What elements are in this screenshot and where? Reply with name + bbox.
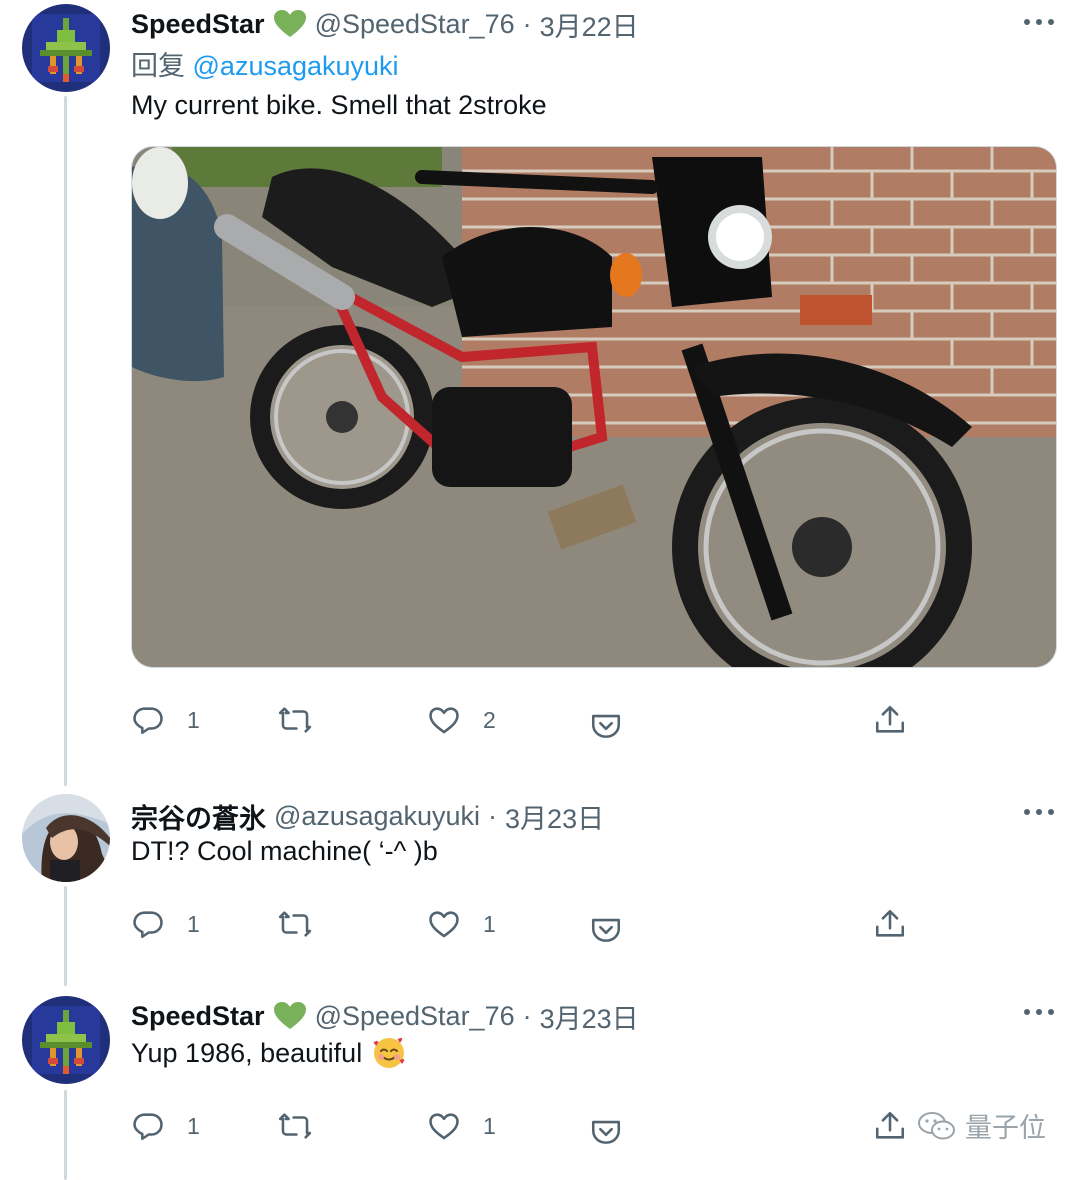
heart-icon <box>429 911 459 938</box>
save-button[interactable] <box>589 908 623 952</box>
like-button[interactable]: 2 <box>427 698 496 742</box>
retweet-icon <box>278 911 312 937</box>
avatar-spaceship-icon <box>22 4 110 92</box>
share-icon <box>875 1111 905 1139</box>
reply-button[interactable]: 1 <box>131 902 200 946</box>
avatar[interactable] <box>22 794 110 882</box>
like-count: 1 <box>483 910 496 937</box>
reply-button[interactable]: 1 <box>131 1104 200 1148</box>
retweet-button[interactable] <box>278 698 334 742</box>
share-button[interactable] <box>873 698 907 742</box>
share-icon <box>875 705 905 733</box>
avatar-portrait-icon <box>22 794 110 882</box>
separator-dot: · <box>488 800 498 831</box>
retweet-button[interactable] <box>278 902 334 946</box>
tweet-text-row: Yup 1986, beautiful <box>131 1036 406 1070</box>
like-button[interactable]: 1 <box>427 902 496 946</box>
share-button[interactable] <box>873 902 907 946</box>
display-name[interactable]: 宗谷の蒼氷 <box>131 797 266 836</box>
watermark: 量子位 <box>917 1106 1046 1145</box>
green-heart-icon <box>273 1001 307 1031</box>
reply-count: 1 <box>187 1112 200 1139</box>
like-count: 1 <box>483 1112 496 1139</box>
save-button[interactable] <box>589 704 623 748</box>
display-name[interactable]: SpeedStar <box>131 9 265 40</box>
reply-count: 1 <box>187 706 200 733</box>
avatar[interactable] <box>22 4 110 92</box>
tweet-3[interactable]: SpeedStar @SpeedStar_76 · 3月23日 Yup 1986… <box>0 994 1080 1180</box>
reply-button[interactable]: 1 <box>131 698 200 742</box>
tweet-actions: 1 1 <box>131 902 1061 946</box>
tweet-photo[interactable] <box>131 146 1057 668</box>
green-heart-icon <box>273 9 307 39</box>
tweet-text: My current bike. Smell that 2stroke <box>131 90 547 120</box>
tweet-text: Yup 1986, beautiful <box>131 1037 363 1068</box>
tweet-text: DT!? Cool machine( ‘-^ )b <box>131 836 438 866</box>
thread-line <box>64 886 67 986</box>
reply-icon <box>133 911 163 939</box>
display-name[interactable]: SpeedStar <box>131 1001 265 1032</box>
tweet-actions: 1 2 <box>131 698 1061 742</box>
smiling-face-with-hearts-icon <box>372 1036 406 1070</box>
tweet-header: 宗谷の蒼氷 @azusagakuyuki · 3月23日 <box>131 794 604 838</box>
separator-dot: · <box>522 8 532 39</box>
handle[interactable]: @SpeedStar_76 <box>315 1001 515 1032</box>
pocket-save-icon <box>591 918 621 942</box>
motorcycle-photo <box>132 147 1056 667</box>
separator-dot: · <box>522 1000 532 1031</box>
more-options-icon[interactable] <box>1024 998 1054 1026</box>
share-icon <box>875 909 905 937</box>
like-count: 2 <box>483 706 496 733</box>
handle[interactable]: @SpeedStar_76 <box>315 9 515 40</box>
avatar[interactable] <box>22 996 110 1084</box>
tweet-date[interactable]: 3月23日 <box>505 797 604 836</box>
reply-count: 1 <box>187 910 200 937</box>
heart-icon <box>429 707 459 734</box>
thread-line <box>64 96 67 786</box>
retweet-icon <box>278 1113 312 1139</box>
tweet-1[interactable]: SpeedStar @SpeedStar_76 · 3月22日 回复 @azus… <box>0 0 1080 790</box>
avatar-spaceship-icon <box>22 996 110 1084</box>
tweet-date[interactable]: 3月22日 <box>540 5 639 44</box>
tweet-header: SpeedStar @SpeedStar_76 · 3月22日 <box>131 2 639 46</box>
more-options-icon[interactable] <box>1024 798 1054 826</box>
tweet-header: SpeedStar @SpeedStar_76 · 3月23日 <box>131 994 639 1038</box>
reply-icon <box>133 1113 163 1141</box>
tweet-date[interactable]: 3月23日 <box>540 997 639 1036</box>
heart-icon <box>429 1113 459 1140</box>
more-options-icon[interactable] <box>1024 8 1054 36</box>
thread-line <box>64 1090 67 1180</box>
save-button[interactable] <box>589 1110 623 1154</box>
retweet-button[interactable] <box>278 1104 334 1148</box>
replying-to: 回复 @azusagakuyuki <box>131 44 399 83</box>
pocket-save-icon <box>591 714 621 738</box>
wechat-icon <box>918 1111 955 1139</box>
reply-mention-link[interactable]: @azusagakuyuki <box>193 51 399 81</box>
reply-prefix: 回复 <box>131 51 185 81</box>
handle[interactable]: @azusagakuyuki <box>274 801 480 832</box>
retweet-icon <box>278 707 312 733</box>
share-button[interactable] <box>873 1104 907 1148</box>
reply-icon <box>133 707 163 735</box>
like-button[interactable]: 1 <box>427 1104 496 1148</box>
tweet-2[interactable]: 宗谷の蒼氷 @azusagakuyuki · 3月23日 DT!? Cool m… <box>0 794 1080 986</box>
pocket-save-icon <box>591 1120 621 1144</box>
watermark-text: 量子位 <box>965 1113 1046 1143</box>
